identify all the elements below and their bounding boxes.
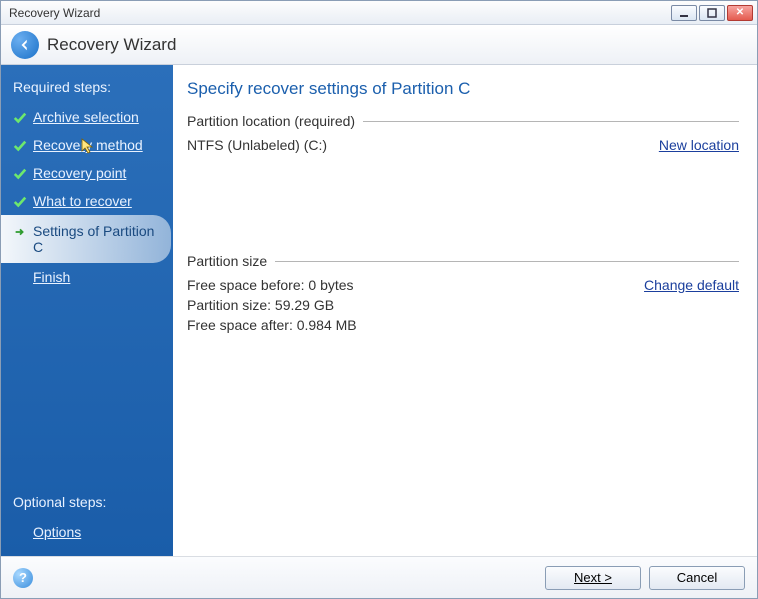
required-steps-heading: Required steps: [1,75,173,103]
check-icon [13,139,27,153]
help-icon: ? [19,570,27,585]
back-button[interactable] [11,31,39,59]
partition-location-section: Partition location (required) NTFS (Unla… [187,113,739,153]
new-location-link[interactable]: New location [659,137,739,153]
step-label: Settings of Partition C [33,223,159,255]
sidebar: Required steps: Archive selection Recove… [1,65,173,556]
blank-icon [13,526,27,540]
step-label: Options [33,524,81,540]
check-icon [13,195,27,209]
content-area: Specify recover settings of Partition C … [173,65,757,556]
help-button[interactable]: ? [13,568,33,588]
partition-size-section: Partition size Free space before: 0 byte… [187,253,739,333]
wizard-body: Required steps: Archive selection Recove… [1,65,757,556]
step-settings-partition-c: Settings of Partition C [1,215,171,263]
close-button[interactable]: ✕ [727,5,753,21]
partition-location-value: NTFS (Unlabeled) (C:) [187,137,327,153]
check-icon [13,111,27,125]
maximize-button[interactable] [699,5,725,21]
step-what-to-recover[interactable]: What to recover [1,187,173,215]
titlebar: Recovery Wizard ✕ [1,1,757,25]
arrow-right-icon [13,225,27,239]
window-control-buttons: ✕ [671,5,753,21]
partition-size-value: Partition size: 59.29 GB [187,297,334,313]
step-recovery-point[interactable]: Recovery point [1,159,173,187]
blank-icon [13,271,27,285]
step-finish[interactable]: Finish [1,263,173,291]
change-default-link[interactable]: Change default [644,277,739,293]
step-label: Recovery point [33,165,126,181]
step-label: Finish [33,269,70,285]
partition-location-header: Partition location (required) [187,113,355,129]
step-recovery-method[interactable]: Recovery method [1,131,173,159]
header-title: Recovery Wizard [47,35,176,55]
divider [275,261,739,262]
wizard-header: Recovery Wizard [1,25,757,65]
page-title: Specify recover settings of Partition C [187,79,739,99]
arrow-left-icon [18,38,32,52]
free-space-after: Free space after: 0.984 MB [187,317,357,333]
footer: ? Next > Cancel [1,556,757,598]
minimize-button[interactable] [671,5,697,21]
step-archive-selection[interactable]: Archive selection [1,103,173,131]
free-space-before: Free space before: 0 bytes [187,277,354,293]
cancel-button[interactable]: Cancel [649,566,745,590]
next-button[interactable]: Next > [545,566,641,590]
check-icon [13,167,27,181]
recovery-wizard-window: Recovery Wizard ✕ Recovery Wizard Requir… [0,0,758,599]
partition-size-header: Partition size [187,253,267,269]
step-label: Recovery method [33,137,143,153]
window-title: Recovery Wizard [9,6,100,20]
step-label: What to recover [33,193,132,209]
footer-buttons: Next > Cancel [545,566,745,590]
optional-steps-heading: Optional steps: [1,490,173,518]
step-options[interactable]: Options [1,518,173,546]
divider [363,121,739,122]
step-label: Archive selection [33,109,139,125]
